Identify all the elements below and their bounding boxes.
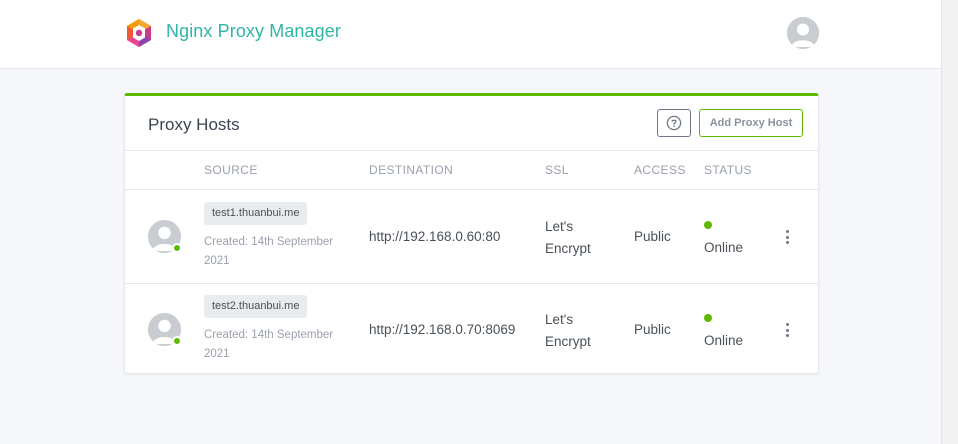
column-header-ssl[interactable]: SSL bbox=[545, 163, 569, 177]
status-text: Online bbox=[704, 240, 744, 255]
status-text: Online bbox=[704, 333, 744, 348]
row-actions-menu-icon[interactable] bbox=[781, 228, 793, 246]
access-level: Public bbox=[634, 322, 671, 337]
online-indicator-icon bbox=[172, 336, 182, 346]
card-title: Proxy Hosts bbox=[148, 115, 240, 134]
created-date: Created: 14th September 2021 bbox=[204, 236, 334, 267]
page: Nginx Proxy Manager Proxy Hosts Add Prox… bbox=[0, 0, 941, 444]
question-circle-icon bbox=[666, 115, 682, 131]
ssl-provider: Let's Encrypt bbox=[545, 219, 591, 256]
table-row[interactable]: test2.thuanbui.me Created: 14th Septembe… bbox=[125, 283, 818, 376]
proxy-hosts-card: Proxy Hosts Add Proxy Host SOURCE DESTIN… bbox=[124, 93, 819, 374]
source-domain-tag[interactable]: test1.thuanbui.me bbox=[204, 202, 308, 225]
status-dot-icon bbox=[704, 221, 712, 229]
created-date: Created: 14th September 2021 bbox=[204, 329, 334, 360]
source-domain-tag[interactable]: test2.thuanbui.me bbox=[204, 295, 308, 318]
vertical-scrollbar[interactable] bbox=[941, 0, 958, 444]
column-header-status[interactable]: STATUS bbox=[704, 163, 752, 177]
status-dot-icon bbox=[704, 314, 712, 322]
nginx-proxy-manager-logo-icon[interactable] bbox=[124, 18, 154, 48]
access-level: Public bbox=[634, 229, 671, 244]
divider bbox=[125, 150, 818, 151]
table-row[interactable]: test1.thuanbui.me Created: 14th Septembe… bbox=[125, 190, 818, 283]
help-button[interactable] bbox=[657, 109, 691, 137]
top-header: Nginx Proxy Manager bbox=[0, 0, 941, 69]
add-proxy-host-button[interactable]: Add Proxy Host bbox=[699, 109, 803, 137]
online-indicator-icon bbox=[172, 243, 182, 253]
column-header-destination[interactable]: DESTINATION bbox=[369, 163, 453, 177]
app-title[interactable]: Nginx Proxy Manager bbox=[166, 21, 341, 42]
row-actions-menu-icon[interactable] bbox=[781, 321, 793, 339]
ssl-provider: Let's Encrypt bbox=[545, 312, 591, 349]
column-header-access[interactable]: ACCESS bbox=[634, 163, 686, 177]
destination-url: http://192.168.0.70:8069 bbox=[369, 322, 516, 337]
user-avatar-icon[interactable] bbox=[787, 17, 819, 49]
destination-url: http://192.168.0.60:80 bbox=[369, 229, 501, 244]
column-header-source[interactable]: SOURCE bbox=[204, 163, 258, 177]
